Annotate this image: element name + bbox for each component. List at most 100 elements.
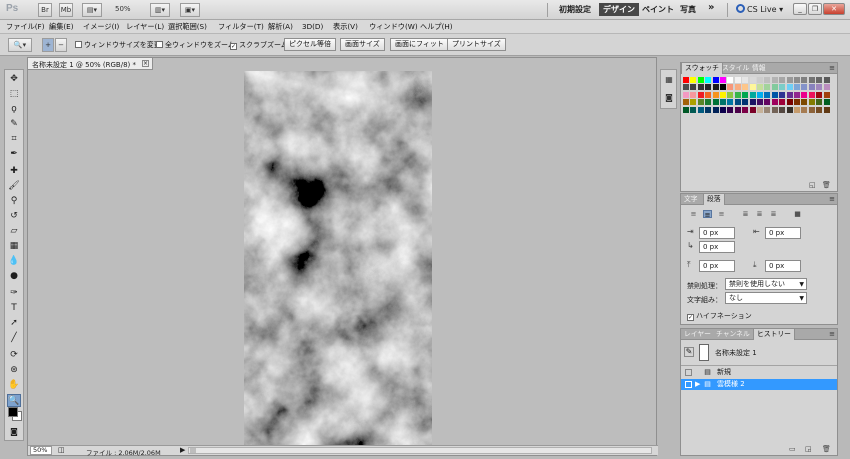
foreground-color-swatch[interactable] [8, 407, 18, 417]
swatch-color[interactable] [705, 84, 712, 91]
swatch-color[interactable] [823, 99, 830, 106]
swatch-color[interactable] [705, 77, 712, 83]
brush-tool-icon[interactable]: 🖌 [7, 180, 21, 193]
indent-left-field[interactable]: 0 px [699, 227, 735, 239]
swatch-color[interactable] [757, 91, 763, 98]
swatch-color[interactable] [720, 99, 726, 106]
menu-image[interactable]: イメージ(I) [83, 22, 119, 32]
justify-all-icon[interactable]: ■ [793, 210, 802, 218]
pen-tool-icon[interactable]: ✑ [7, 287, 21, 300]
swatch-color[interactable] [697, 77, 704, 83]
swatch-color[interactable] [712, 77, 719, 83]
zoom-level[interactable]: 50% [115, 5, 131, 13]
swatch-color[interactable] [764, 99, 771, 106]
swatch-color[interactable] [690, 84, 697, 91]
3d-rotate-tool-icon[interactable]: ⟳ [7, 349, 21, 362]
spot-healing-tool-icon[interactable]: ✚ [7, 165, 21, 178]
swatch-color[interactable] [697, 99, 704, 106]
swatch-color[interactable] [683, 91, 689, 98]
swatch-color[interactable] [697, 106, 704, 113]
swatch-color[interactable] [720, 84, 726, 91]
status-zoom-field[interactable]: 50% [30, 446, 52, 455]
zoom-tool-icon[interactable]: 🔍 [7, 394, 21, 407]
scrubby-zoom-checkbox[interactable]: ✓ スクラブズーム [230, 40, 288, 50]
justify-last-right-icon[interactable]: ≣ [769, 210, 778, 218]
swatch-color[interactable] [808, 99, 815, 106]
history-state[interactable]: ▤ 新規 [681, 367, 837, 378]
swatch-color[interactable] [712, 91, 719, 98]
lasso-tool-icon[interactable]: ϙ [7, 103, 21, 116]
minibridge-button[interactable]: Mb [59, 3, 73, 17]
swatch-color[interactable] [771, 99, 778, 106]
horizontal-scrollbar[interactable] [188, 447, 652, 454]
swatch-color[interactable] [742, 91, 749, 98]
hand-tool-icon[interactable]: ✋ [7, 379, 21, 392]
resize-windows-checkbox[interactable]: ウィンドウサイズを変更 [75, 40, 161, 50]
swatch-color[interactable] [683, 106, 689, 113]
swatch-color[interactable] [734, 99, 741, 106]
swatch-color[interactable] [771, 91, 778, 98]
swatch-color[interactable] [794, 106, 800, 113]
swatch-color[interactable] [727, 84, 734, 91]
swatch-color[interactable] [690, 99, 697, 106]
swatch-color[interactable] [712, 99, 719, 106]
swatch-color[interactable] [683, 84, 689, 91]
bridge-button[interactable]: Br [38, 3, 52, 17]
actual-pixels-button[interactable]: ピクセル等倍 [284, 38, 336, 51]
swatch-color[interactable] [801, 106, 808, 113]
space-after-field[interactable]: 0 px [765, 260, 801, 272]
line-tool-icon[interactable]: ╱ [7, 332, 21, 345]
justify-last-left-icon[interactable]: ≣ [741, 210, 750, 218]
fill-screen-button[interactable]: 画面にフィット [390, 38, 449, 51]
history-source-box[interactable] [685, 381, 692, 388]
new-snapshot-icon[interactable]: ◲ [805, 445, 812, 453]
swatch-color[interactable] [808, 91, 815, 98]
swatch-color[interactable] [757, 77, 763, 83]
type-tool-icon[interactable]: T [7, 302, 21, 315]
menu-layer[interactable]: レイヤー(L) [126, 22, 164, 32]
space-before-field[interactable]: 0 px [699, 260, 735, 272]
tab-layers[interactable]: レイヤー [681, 329, 714, 340]
swatch-color[interactable] [734, 91, 741, 98]
swatch-color[interactable] [742, 99, 749, 106]
move-tool-icon[interactable]: ✥ [7, 73, 21, 86]
zoom-tool-preset-picker[interactable]: 🔍▾ [8, 38, 32, 52]
3d-orbit-tool-icon[interactable]: ⊛ [7, 364, 21, 377]
swatch-color[interactable] [801, 91, 808, 98]
workspace-essentials[interactable]: 初期設定 [559, 4, 591, 15]
swatch-color[interactable] [801, 84, 808, 91]
swatch-color[interactable] [742, 77, 749, 83]
swatch-color[interactable] [683, 77, 689, 83]
history-brush-source-icon[interactable]: ✎ [684, 347, 694, 357]
tab-styles[interactable]: スタイル [719, 63, 752, 74]
swatch-color[interactable] [705, 106, 712, 113]
swatch-color[interactable] [816, 84, 823, 91]
swatch-color[interactable] [690, 91, 697, 98]
swatch-color[interactable] [786, 84, 793, 91]
menu-filter[interactable]: フィルター(T) [218, 22, 264, 32]
swatch-color[interactable] [816, 77, 823, 83]
close-button[interactable]: ✕ [823, 3, 845, 15]
swatch-color[interactable] [771, 106, 778, 113]
tab-paragraph[interactable]: 段落 [703, 194, 725, 205]
swatch-color[interactable] [690, 77, 697, 83]
workspace-painting[interactable]: ペイント [642, 4, 674, 15]
crop-tool-icon[interactable]: ⌗ [7, 133, 21, 146]
swatch-color[interactable] [779, 106, 786, 113]
panel-menu-icon[interactable]: ≡ [829, 195, 835, 203]
swatch-color[interactable] [727, 91, 734, 98]
swatch-color[interactable] [808, 77, 815, 83]
swatch-color[interactable] [720, 91, 726, 98]
workspace-photography[interactable]: 写真 [680, 4, 696, 15]
panel-menu-icon[interactable]: ≡ [829, 330, 835, 338]
swatch-color[interactable] [749, 84, 756, 91]
swatch-color[interactable] [823, 84, 830, 91]
zoom-all-windows-checkbox[interactable]: 全ウィンドウをズーム [156, 40, 235, 50]
swatch-color[interactable] [779, 84, 786, 91]
swatch-color[interactable] [727, 99, 734, 106]
swatch-color[interactable] [808, 106, 815, 113]
swatch-color[interactable] [697, 84, 704, 91]
marquee-tool-icon[interactable]: ⬚ [7, 88, 21, 101]
quick-mask-icon[interactable]: ◙ [7, 425, 21, 438]
document-tab[interactable]: 名称未設定 1 @ 50% (RGB/8) * × [28, 58, 153, 70]
